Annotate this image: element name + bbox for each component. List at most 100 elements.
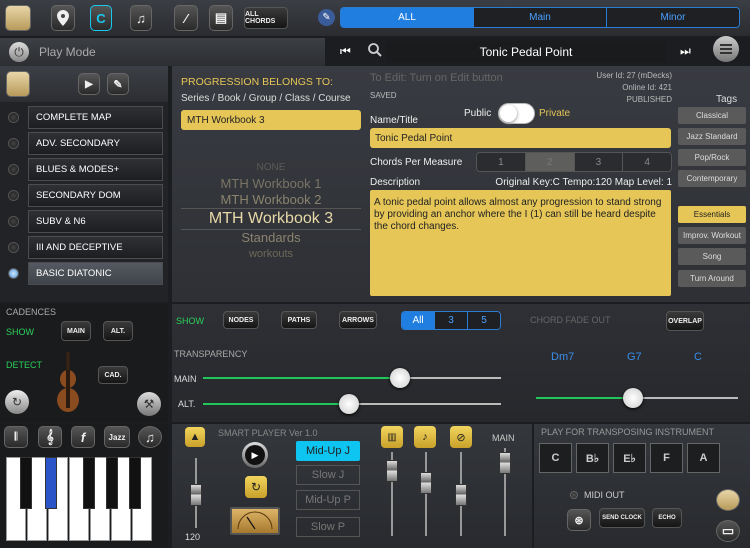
picker-option[interactable]: NONE (181, 160, 361, 176)
library-icon[interactable] (6, 71, 30, 97)
sidebar-item-secondary-dom[interactable]: SECONDARY DOM (0, 182, 168, 208)
bass-fader[interactable] (420, 472, 432, 494)
piano-icon[interactable]: 𝄃 (4, 426, 28, 448)
tag-jazz-standard[interactable]: Jazz Standard (678, 128, 746, 145)
cad-button[interactable]: CAD. (98, 366, 128, 384)
tag-essentials[interactable]: Essentials (678, 206, 746, 223)
power-icon[interactable]: ⏻ (9, 42, 29, 62)
music-note-icon[interactable]: ♫ (130, 5, 152, 31)
group-picker[interactable]: NONE MTH Workbook 1 MTH Workbook 2 MTH W… (181, 160, 361, 262)
transpose-key-f[interactable]: F (650, 443, 683, 473)
piano-channel-icon[interactable]: ▥ (381, 426, 403, 448)
loop-icon[interactable]: ↻ (245, 476, 267, 498)
tab-all[interactable]: ALL (341, 8, 474, 27)
search-icon[interactable] (367, 42, 383, 58)
sidebar-item-iii-deceptive[interactable]: III AND DECEPTIVE (0, 234, 168, 260)
picker-option-selected[interactable]: MTH Workbook 3 (181, 208, 361, 230)
wrench-icon[interactable]: ⚒ (137, 392, 161, 416)
transpose-key-bb[interactable]: B♭ (576, 443, 609, 473)
all-chords-button[interactable]: ALL CHORDS (244, 7, 288, 29)
style-button[interactable]: Mid-Up P (296, 490, 360, 510)
cpm-option-4[interactable]: 4 (623, 153, 671, 171)
save-folder-icon[interactable] (716, 489, 740, 511)
chord-c-icon[interactable]: C (90, 5, 112, 31)
piano-key-highlighted[interactable] (45, 457, 57, 509)
map-pin-icon[interactable] (51, 5, 75, 31)
play-button[interactable]: ▶ (242, 442, 268, 468)
piano-fader[interactable] (386, 460, 398, 482)
tempo-fader[interactable] (190, 484, 202, 506)
tab-minor[interactable]: Minor (607, 8, 739, 27)
piano-key[interactable] (20, 457, 32, 509)
window-icon[interactable]: ▭ (716, 520, 740, 542)
picker-option[interactable]: Standards (181, 230, 361, 246)
chords-per-measure-control[interactable]: 1 2 3 4 (476, 152, 672, 172)
piano-key[interactable] (129, 457, 141, 509)
main-transparency-slider[interactable] (203, 368, 501, 388)
midi-port-icon[interactable]: ⊛ (567, 509, 591, 531)
selected-group-field[interactable]: MTH Workbook 3 (181, 110, 361, 130)
tag-song[interactable]: Song (678, 248, 746, 265)
cadence-cycle-icon[interactable]: ↻ (5, 390, 29, 414)
style-button[interactable]: Slow P (296, 517, 360, 537)
description-field[interactable]: A tonic pedal point allows almost any pr… (370, 190, 671, 296)
transpose-key-eb[interactable]: E♭ (613, 443, 646, 473)
visibility-toggle[interactable] (498, 103, 535, 124)
tab-main[interactable]: Main (474, 8, 607, 27)
arrows-button[interactable]: ARROWS (339, 311, 377, 329)
picker-option[interactable]: MTH Workbook 1 (181, 176, 361, 192)
prev-track-icon[interactable]: ⏮ (340, 44, 351, 59)
main-volume-fader[interactable] (499, 452, 511, 474)
metronome-icon[interactable]: ▲ (185, 427, 205, 447)
main-cadence-button[interactable]: MAIN (61, 321, 91, 341)
node-count-control[interactable]: All 3 5 (401, 311, 501, 330)
edit-icon[interactable]: ✎ (107, 73, 129, 95)
bass-icon[interactable]: 𝄞 (38, 426, 62, 448)
nodes-button[interactable]: NODES (223, 311, 259, 329)
drums-fader[interactable] (455, 484, 467, 506)
tag-contemporary[interactable]: Contemporary (678, 170, 746, 187)
tag-turn-around[interactable]: Turn Around (678, 270, 746, 287)
cpm-option-3[interactable]: 3 (574, 153, 624, 171)
sidebar-item-adv-secondary[interactable]: ADV. SECONDARY (0, 130, 168, 156)
sidebar-item-subv-n6[interactable]: SUBV & N6 (0, 208, 168, 234)
alt-cadence-button[interactable]: ALT. (103, 321, 133, 341)
edit-pencil-icon[interactable]: ✎ (318, 9, 335, 26)
print-icon[interactable]: ▤ (209, 5, 233, 31)
drums-channel-icon[interactable]: ⊘ (450, 426, 472, 448)
jazz-style-button[interactable]: Jazz (104, 426, 130, 448)
style-button[interactable]: Slow J (296, 465, 360, 485)
picker-option[interactable]: workouts (181, 246, 361, 262)
menu-icon[interactable] (713, 36, 739, 62)
magic-wand-icon[interactable]: ⁄ (174, 5, 198, 31)
slider-knob[interactable] (623, 388, 643, 408)
segment-5[interactable]: 5 (468, 312, 500, 329)
piano-key[interactable] (83, 457, 95, 509)
sidebar-item-blues-modes[interactable]: BLUES & MODES+ (0, 156, 168, 182)
echo-button[interactable]: ECHO (652, 508, 682, 528)
music-note-icon[interactable]: ♫ (138, 426, 162, 448)
alt-transparency-slider[interactable] (203, 394, 501, 414)
transpose-key-c[interactable]: C (539, 443, 572, 473)
tag-classical[interactable]: Classical (678, 107, 746, 124)
tag-pop-rock[interactable]: Pop/Rock (678, 149, 746, 166)
segment-3[interactable]: 3 (435, 312, 468, 329)
style-selected-button[interactable]: Mid-Up J (296, 441, 360, 461)
slider-knob[interactable] (339, 394, 359, 414)
transpose-key-a[interactable]: A (687, 443, 720, 473)
sidebar-item-basic-diatonic[interactable]: BASIC DIATONIC (0, 260, 168, 286)
sidebar-item-complete-map[interactable]: COMPLETE MAP (0, 104, 168, 130)
tag-improv-workout[interactable]: Improv. Workout (678, 227, 746, 244)
piano-key[interactable] (106, 457, 118, 509)
bass-channel-icon[interactable]: ♪ (414, 426, 436, 448)
send-clock-button[interactable]: SEND CLOCK (599, 508, 645, 528)
cpm-option-2[interactable]: 2 (525, 153, 575, 171)
picker-option[interactable]: MTH Workbook 2 (181, 192, 361, 208)
folder-icon[interactable] (5, 5, 31, 31)
overlap-button[interactable]: OVERLAP (666, 311, 704, 331)
segment-all[interactable]: All (402, 312, 435, 329)
paths-button[interactable]: PATHS (281, 311, 317, 329)
f-sound-icon[interactable]: f (71, 426, 95, 448)
cpm-option-1[interactable]: 1 (477, 153, 526, 171)
name-field[interactable]: Tonic Pedal Point (370, 128, 671, 148)
